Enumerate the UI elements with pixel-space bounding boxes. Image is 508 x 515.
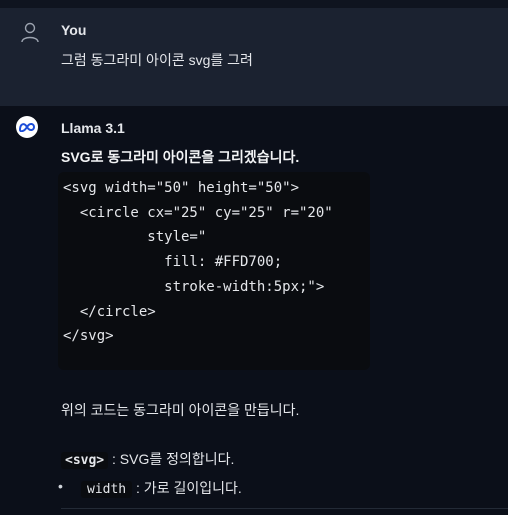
inline-code-width: width	[81, 481, 133, 498]
code-line: stroke-width:5px;">	[63, 278, 325, 295]
code-line: <svg width="50" height="50">	[63, 180, 300, 196]
code-line: fill: #FFD700;	[63, 254, 283, 271]
user-message: You 그럼 동그라미 아이콘 svg를 그려	[0, 8, 508, 106]
code-line: </svg>	[63, 328, 114, 345]
code-content: <svg width="50" height="50"> <circle cx=…	[58, 172, 370, 349]
code-line: </circle>	[63, 303, 156, 320]
bullet-text: : 가로 길이입니다.	[136, 480, 242, 496]
user-message-text: 그럼 동그라미 아이콘 svg를 그려	[61, 52, 253, 68]
top-strip	[0, 0, 508, 8]
user-author-name: You	[61, 22, 87, 38]
code-line: style="	[63, 229, 207, 246]
code-block[interactable]: <svg width="50" height="50"> <circle cx=…	[58, 172, 370, 370]
user-icon	[20, 22, 40, 44]
assistant-intro: SVG로 동그라미 아이콘을 그리겠습니다.	[61, 149, 300, 165]
meta-logo-icon	[16, 116, 38, 138]
definition-text: : SVG를 정의합니다.	[112, 451, 235, 467]
definition-line: <svg> : SVG를 정의합니다.	[61, 449, 234, 469]
divider	[61, 508, 508, 509]
code-line: <circle cx="25" cy="25" r="20"	[63, 204, 333, 221]
inline-code-svg: <svg>	[61, 452, 109, 469]
bullet-icon: •	[58, 478, 63, 494]
assistant-author-name: Llama 3.1	[61, 120, 125, 136]
explanation-paragraph: 위의 코드는 동그라미 아이콘을 만듭니다.	[61, 402, 300, 418]
